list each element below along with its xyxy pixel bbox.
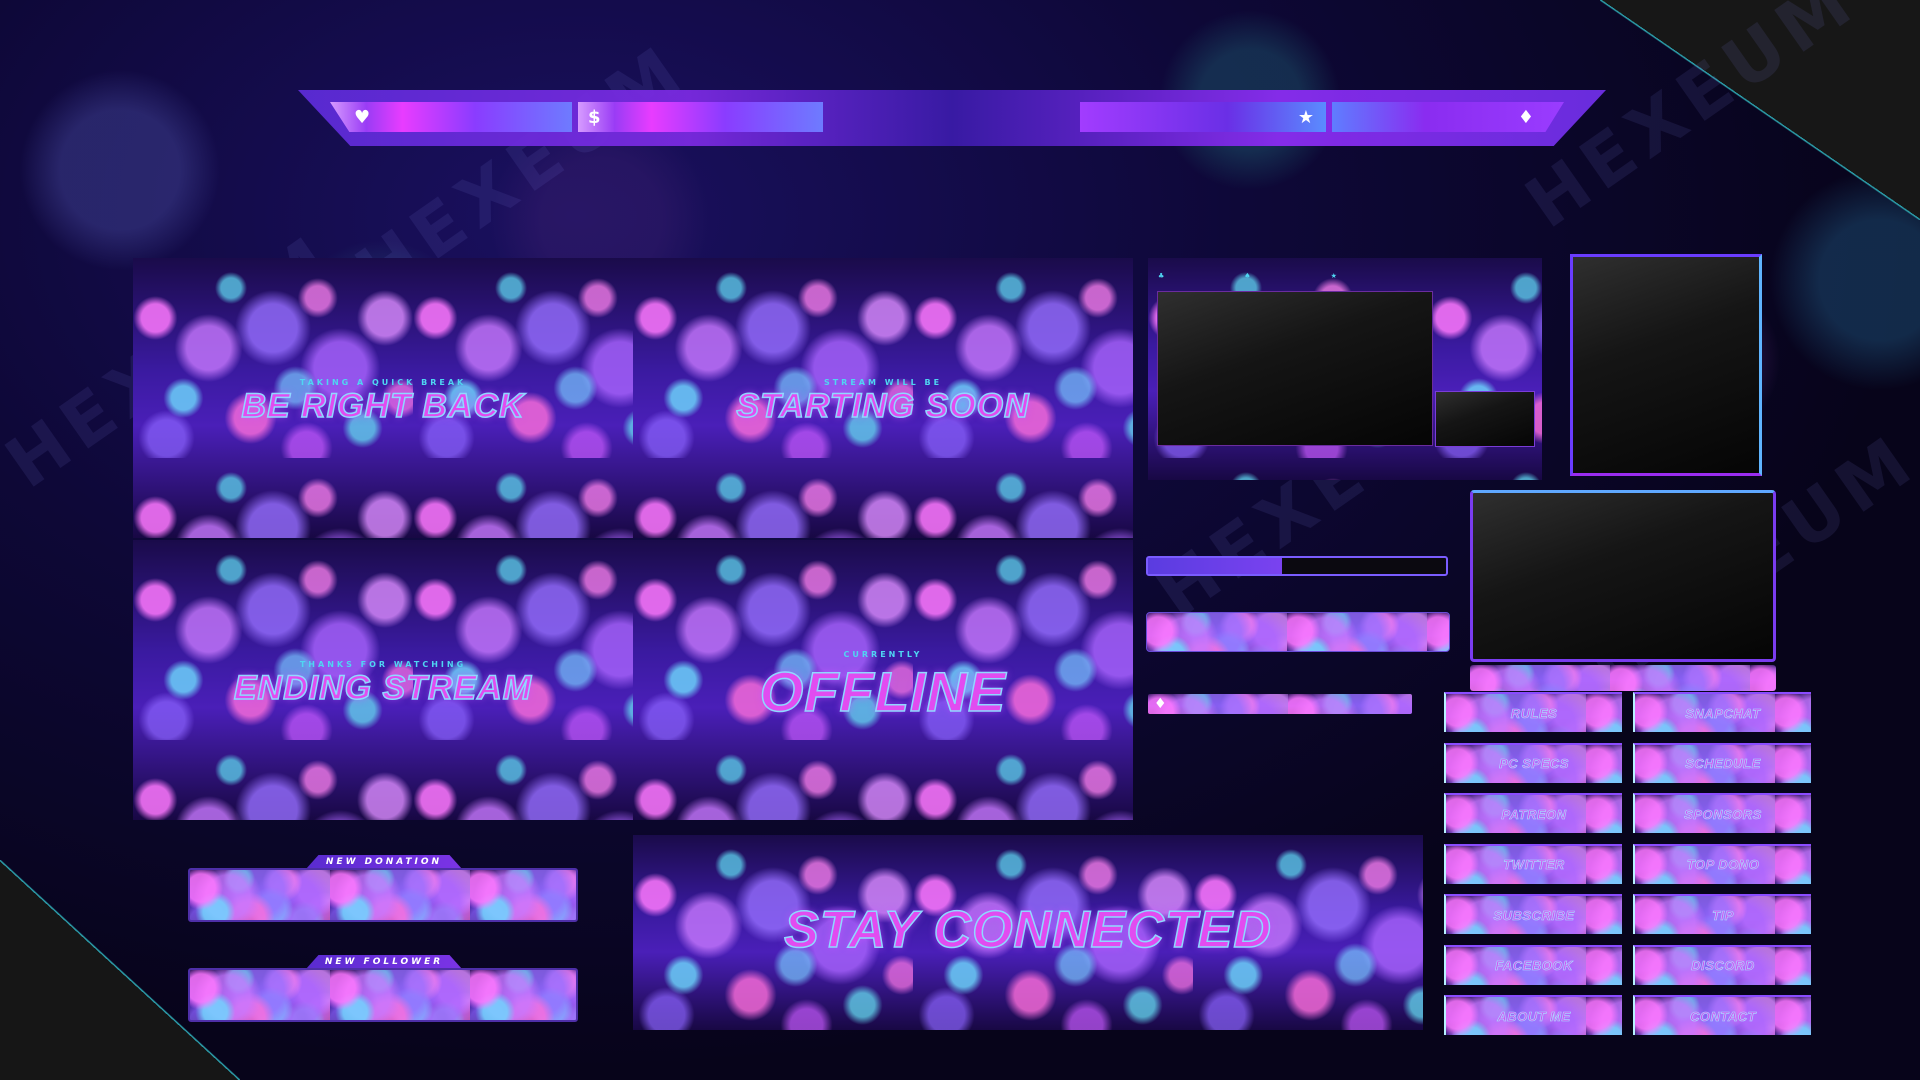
info-panel-label: CONTACT <box>1689 1008 1757 1024</box>
info-panel: SNAPCHAT <box>1633 692 1811 732</box>
chat-icon: ♠ <box>1244 272 1251 280</box>
info-panel: SCHEDULE <box>1633 742 1811 783</box>
scene-title: BE RIGHT BACK <box>241 386 525 426</box>
info-panel-label: PC SPECS <box>1499 756 1569 772</box>
info-panel: ABOUT ME <box>1444 995 1622 1035</box>
info-panel-label: SCHEDULE <box>1685 756 1761 772</box>
scene-subtitle: STREAM WILL BE <box>823 378 943 387</box>
info-panel: RULES <box>1444 692 1622 732</box>
scene-subtitle: CURRENTLY <box>843 650 923 659</box>
info-panel-label: TWITTER <box>1503 857 1565 873</box>
top-bar-segment-subscriber: ★ <box>1080 102 1326 132</box>
scene-title: ENDING STREAM <box>233 668 533 708</box>
scene-title: STAY CONNECTED <box>783 900 1272 960</box>
alert-box-follower <box>188 968 578 1022</box>
scene-subtitle: TAKING A QUICK BREAK <box>299 378 467 387</box>
info-panel: TIP <box>1633 894 1811 934</box>
info-panel-label: TIP <box>1712 907 1734 923</box>
heart-icon: ♥ <box>354 106 371 128</box>
diamond-icon: ♦ <box>1154 696 1167 712</box>
info-panel: TWITTER <box>1444 843 1622 884</box>
scene-starting-soon: STREAM WILL BE STARTING SOON <box>633 258 1133 538</box>
scene-ending-stream: THANKS FOR WATCHING ENDING STREAM <box>133 540 633 820</box>
top-bar-segment-donation: $ <box>578 102 823 132</box>
info-panel-label: FACEBOOK <box>1495 958 1573 974</box>
star-icon: ★ <box>1330 272 1337 280</box>
alert-tab-follower: NEW FOLLOWER <box>306 955 462 969</box>
alert-tab-donation: NEW DONATION <box>306 855 462 869</box>
scene-offline: CURRENTLY OFFLINE <box>633 540 1133 820</box>
layout-mini-bar: ♣ ♠ ★ <box>1158 272 1428 282</box>
alert-box-donation <box>188 868 578 922</box>
info-panel-label: SUBSCRIBE <box>1493 907 1575 923</box>
info-panel: FACEBOOK <box>1444 944 1622 985</box>
scene-be-right-back: TAKING A QUICK BREAK BE RIGHT BACK <box>133 258 633 538</box>
info-panel: TOP DONO <box>1633 843 1811 884</box>
scene-title: OFFLINE <box>759 659 1007 724</box>
info-panel: DISCORD <box>1633 944 1811 985</box>
goal-bar <box>1146 556 1448 576</box>
info-panel: CONTACT <box>1633 995 1811 1035</box>
dollar-icon: $ <box>588 106 601 128</box>
star-icon: ★ <box>1297 106 1314 128</box>
banner-bar <box>1146 612 1450 652</box>
top-bar-segment-bits: ♦ <box>1332 102 1564 132</box>
layout-preview: ♣ ♠ ★ <box>1148 258 1542 480</box>
background: HEXEUM HEXEUM HEXEUM HEXEUM HEXEUM ♥ $ ★… <box>0 0 1920 1080</box>
info-panel: PC SPECS <box>1444 742 1622 783</box>
webcam-frame-wide <box>1470 490 1776 662</box>
gameplay-frame <box>1157 291 1433 446</box>
webcam-frame-portrait <box>1570 254 1762 476</box>
info-panel: SUBSCRIBE <box>1444 894 1622 934</box>
info-panel-label: TOP DONO <box>1686 857 1760 873</box>
ticker-bar: ♦ <box>1148 694 1412 714</box>
info-panel-label: SNAPCHAT <box>1685 705 1761 721</box>
corner-line-top-right <box>1600 0 1920 220</box>
webcam-name-bar <box>1470 665 1776 691</box>
info-panel-label: DISCORD <box>1691 958 1755 974</box>
info-panel-label: PATREON <box>1501 806 1567 822</box>
scene-stay-connected: STAY CONNECTED <box>633 835 1423 1030</box>
info-panel-label: ABOUT ME <box>1497 1008 1571 1024</box>
top-bar-segment-follower: ♥ <box>330 102 572 132</box>
info-panel: PATREON <box>1444 793 1622 833</box>
info-panel-label: SPONSORS <box>1684 806 1762 822</box>
scene-title: STARTING SOON <box>736 386 1030 426</box>
scene-subtitle: THANKS FOR WATCHING <box>299 660 467 669</box>
camera-frame-small <box>1435 391 1535 447</box>
diamond-icon: ♦ <box>1517 106 1534 128</box>
info-panel-label: RULES <box>1510 705 1558 721</box>
group-icon: ♣ <box>1158 272 1165 280</box>
info-panel: SPONSORS <box>1633 793 1811 833</box>
goal-bar-fill <box>1148 558 1283 574</box>
